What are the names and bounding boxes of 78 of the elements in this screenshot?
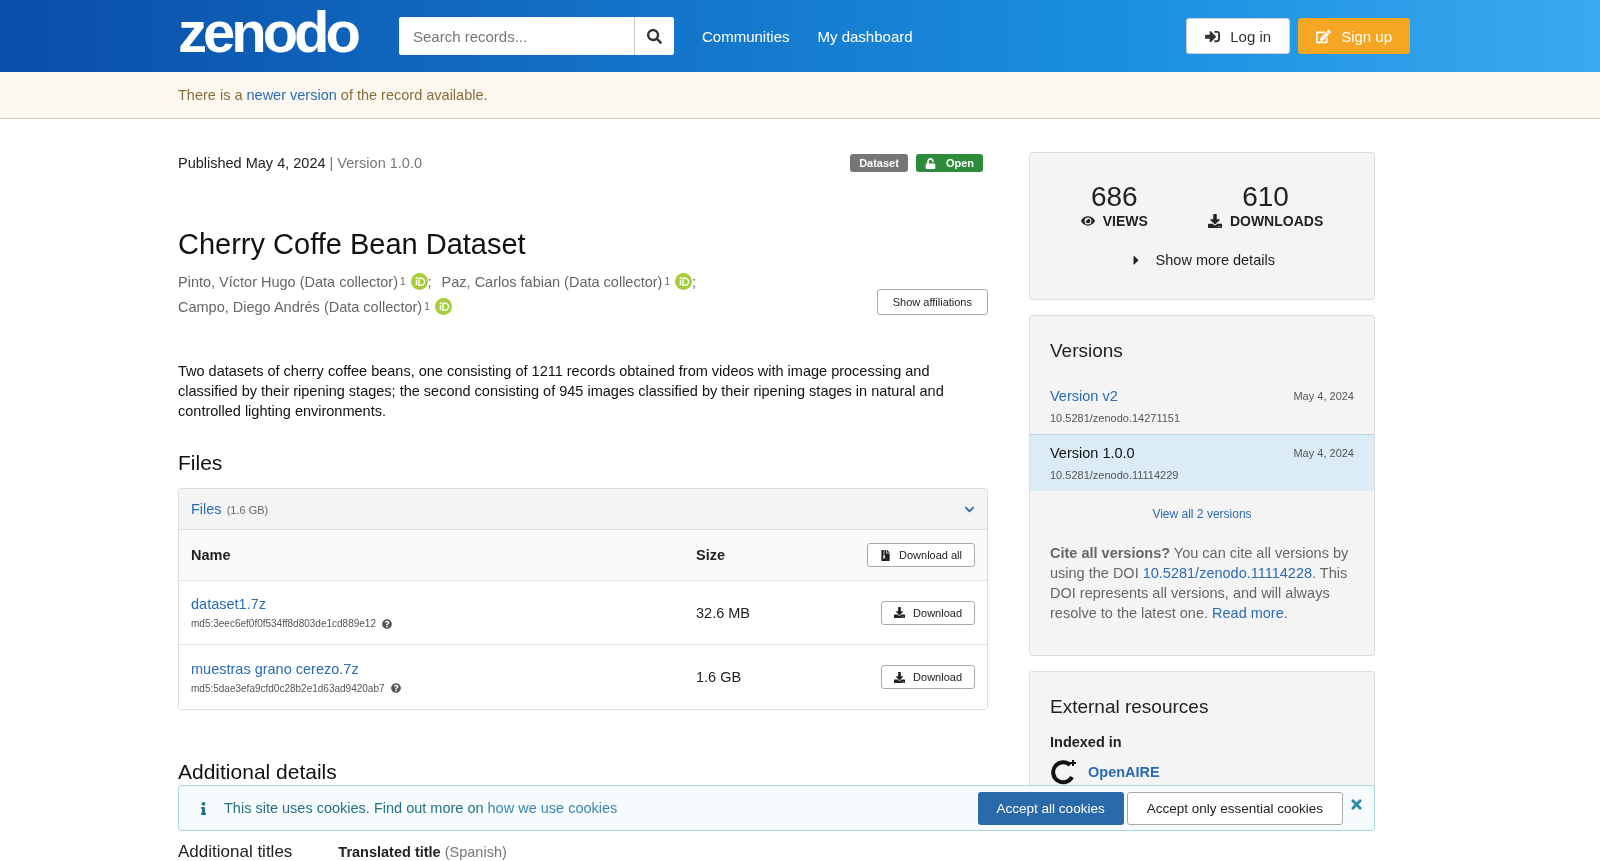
checksum: md5:5dae3efa9cfd0c28b2e1d63ad9420ab7	[191, 682, 385, 694]
help-icon[interactable]	[382, 618, 392, 629]
sign-in-icon	[1205, 28, 1221, 44]
cite-all-versions-text: Cite all versions? You can cite all versions by using the DOI 10.5281/zenodo.11114228. This DOI represents all versions, and will always resolve to the latest one. Read more.	[1050, 544, 1350, 623]
version-label: | Version 1.0.0	[329, 155, 422, 171]
unlock-icon	[924, 157, 936, 169]
download-icon	[894, 671, 906, 683]
openaire-link[interactable]: OpenAIRE	[1088, 764, 1160, 780]
creator-name[interactable]: Pinto, Víctor Hugo (Data collector)	[178, 273, 398, 290]
files-total-size: (1.6 GB)	[226, 504, 269, 516]
edit-icon	[1316, 28, 1332, 44]
checksum: md5:3eec6ef0f0f534ff8d803de1cd889e12	[191, 618, 376, 629]
affiliation-number: 1	[424, 301, 430, 312]
affiliation-number: 1	[664, 276, 670, 287]
ring-logo-icon	[1050, 758, 1078, 786]
separator: ;	[692, 273, 697, 290]
download-icon	[894, 607, 906, 618]
additional-titles-label: Additional titles	[178, 842, 293, 861]
search-button[interactable]	[634, 17, 674, 55]
creator-name[interactable]: Campo, Diego Andrés (Data collector)	[178, 298, 423, 315]
newer-version-link[interactable]: newer version	[246, 87, 337, 103]
help-icon[interactable]	[390, 683, 401, 693]
access-badge: Open	[915, 154, 983, 172]
search-icon	[647, 28, 662, 44]
download-button[interactable]: Download	[881, 600, 975, 625]
file-size: 1.6 GB	[696, 669, 743, 685]
nav-link[interactable]: My dashboard	[817, 27, 913, 45]
eye-icon	[1080, 214, 1095, 228]
accept-essential-cookies-button[interactable]: Accept only essential cookies	[1126, 791, 1343, 825]
version-label[interactable]: Version 1.0.0	[1050, 445, 1294, 461]
download-icon	[1207, 214, 1222, 228]
files-heading: Files	[178, 451, 224, 475]
version-label[interactable]: Version v2	[1050, 388, 1294, 404]
logo[interactable]: zenodo	[178, 3, 357, 61]
column-header: Name	[191, 547, 232, 563]
download-button[interactable]: Download	[881, 665, 975, 689]
files-title: Files	[191, 501, 222, 517]
description: Two datasets of cherry coffee beans, one consisting of 1211 records obtained from videos with image processing and classified by their ripening stages; the second consisting of 945 images classified by their ripening stages in natural and controlled lighting environments.	[178, 362, 945, 421]
files-panel-header[interactable]: Files (1.6 GB)	[179, 489, 987, 530]
external-resources-heading: External resources	[1049, 695, 1210, 719]
version-doi: 10.5281/zenodo.14271151	[1050, 412, 1182, 424]
creator-name[interactable]: Paz, Carlos fabian (Data collector)	[441, 273, 663, 290]
stat-value: 686	[1090, 181, 1138, 213]
separator: ;	[427, 273, 432, 290]
stat-label: DOWNLOADS	[1229, 213, 1324, 229]
translated-title-label: Translated title (Spanish)	[338, 844, 507, 861]
stat-label: VIEWS	[1102, 213, 1148, 229]
file-size: 32.6 MB	[696, 604, 751, 621]
indexed-in-label: Indexed in	[1049, 734, 1123, 750]
stat-value: 610	[1242, 181, 1289, 213]
file-link[interactable]: dataset1.7z	[191, 596, 696, 612]
publication-date: Published May 4, 2024	[178, 155, 326, 171]
record-title: Cherry Coffe Bean Dataset	[178, 228, 527, 261]
version-date: May 4, 2024	[1293, 447, 1354, 459]
close-icon	[1349, 796, 1364, 812]
accept-all-cookies-button[interactable]: Accept all cookies	[977, 791, 1124, 825]
cookie-policy-link[interactable]: how we use cookies	[487, 800, 618, 816]
show-more-details-button[interactable]: Show more details	[1123, 251, 1281, 269]
cookie-message: This site uses cookies. Find out more on how we use cookies	[224, 800, 619, 816]
version-item[interactable]: Version 1.0.0 May 4, 2024 10.5281/zenodo.11114229	[1030, 434, 1374, 491]
affiliation-number: 1	[400, 276, 406, 287]
type-badge: Dataset	[850, 154, 908, 172]
search-field[interactable]: Search records...	[399, 17, 674, 55]
notice-text: There is a newer version of the record available.	[178, 87, 488, 103]
column-header: Size	[696, 547, 726, 563]
additional-details-heading: Additional details	[178, 760, 338, 784]
download-all-button[interactable]: Download all	[867, 543, 975, 567]
view-all-versions-link[interactable]: View all 2 versions	[1030, 507, 1374, 521]
nav-link[interactable]: Communities	[702, 27, 790, 45]
archive-file-icon	[880, 549, 891, 561]
read-more-link[interactable]: Read more	[1212, 605, 1284, 621]
version-date: May 4, 2024	[1293, 390, 1354, 402]
versions-heading: Versions	[1049, 339, 1124, 363]
login-button[interactable]: Log in	[1186, 18, 1291, 54]
file-link[interactable]: muestras grano cerezo.7z	[191, 660, 696, 677]
version-item[interactable]: Version v2 May 4, 2024 10.5281/zenodo.14271151	[1030, 378, 1374, 434]
version-doi: 10.5281/zenodo.11114229	[1050, 469, 1180, 481]
show-affiliations-button[interactable]: Show affiliations	[876, 289, 988, 315]
